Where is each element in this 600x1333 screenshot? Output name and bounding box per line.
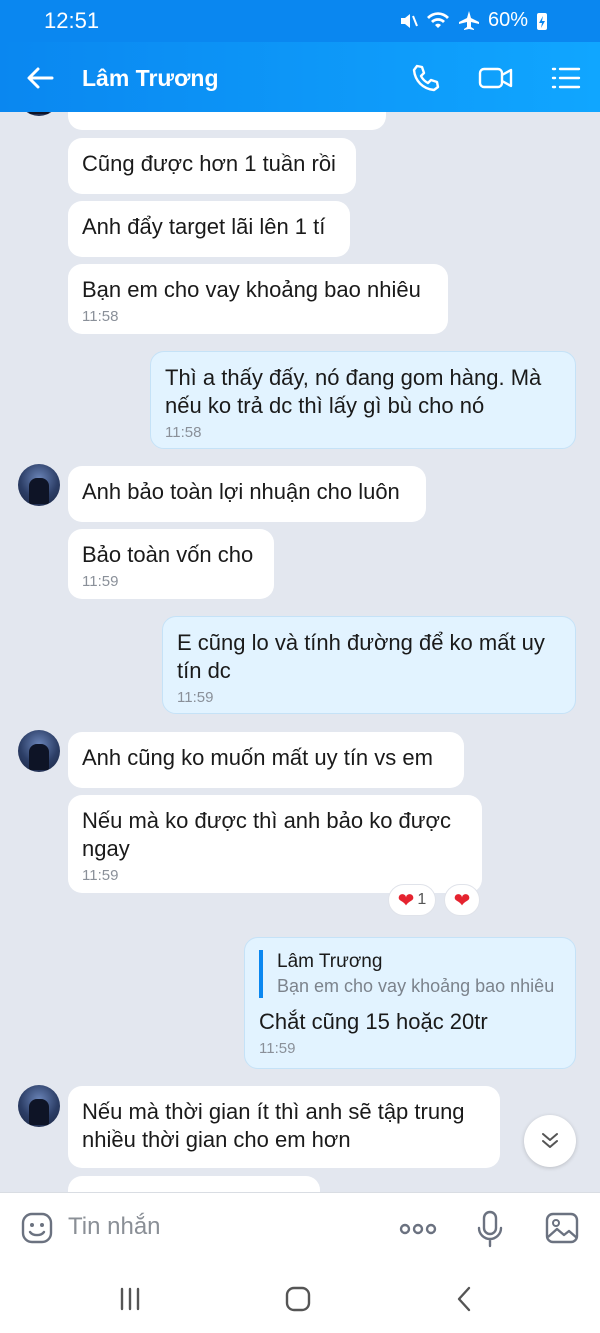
message-list[interactable]: Cũng được hơn 1 tuần rồi Anh đẩy target … xyxy=(0,112,600,1192)
recent-apps-icon[interactable] xyxy=(115,1284,145,1314)
message-bubble-partial[interactable] xyxy=(68,112,386,130)
quoted-sender: Lâm Trương xyxy=(277,951,383,972)
battery-percent: 60% xyxy=(487,9,528,31)
message-text: Nếu mà ko được thì anh bảo ko được ngay xyxy=(82,808,451,861)
wifi-icon xyxy=(426,11,449,28)
message-bubble[interactable]: Nếu mà ko được thì anh bảo ko được ngay … xyxy=(68,795,482,893)
reaction-count: 1 xyxy=(417,891,427,908)
message-time: 11:59 xyxy=(177,689,214,706)
message-bubble[interactable]: Anh bảo toàn lợi nhuận cho luôn xyxy=(68,466,426,522)
airplane-icon xyxy=(458,10,479,30)
message-text: Anh cũng ko muốn mất uy tín vs em xyxy=(82,745,433,770)
my-message-bubble[interactable]: E cũng lo và tính đường để ko mất uy tín… xyxy=(162,616,576,714)
back-icon[interactable] xyxy=(450,1284,480,1314)
message-text: Thì a thấy đấy, nó đang gom hàng. Mà nếu… xyxy=(165,365,542,418)
message-composer: Tin nhắn xyxy=(0,1192,600,1265)
message-text: Bạn em cho vay khoảng bao nhiêu xyxy=(82,277,421,302)
message-bubble[interactable]: Cũng được hơn 1 tuần rồi xyxy=(68,138,356,194)
avatar[interactable] xyxy=(18,1085,60,1127)
sticker-icon[interactable] xyxy=(20,1211,54,1245)
message-time: 11:59 xyxy=(82,867,119,884)
message-text: E cũng lo và tính đường để ko mất uy tín… xyxy=(177,630,545,683)
heart-icon: ❤ xyxy=(397,889,415,912)
menu-list-icon[interactable] xyxy=(550,62,582,94)
message-bubble[interactable]: Anh cũng ko muốn mất uy tín vs em xyxy=(68,732,464,788)
reaction-summary[interactable]: ❤ 1 xyxy=(388,884,436,916)
heart-icon: ❤ xyxy=(453,889,471,912)
avatar[interactable] xyxy=(18,464,60,506)
message-input[interactable]: Tin nhắn xyxy=(68,1213,161,1241)
status-bar: 12:51 60% xyxy=(0,0,600,42)
mute-icon xyxy=(400,13,418,28)
microphone-icon[interactable] xyxy=(476,1210,504,1248)
message-text: Anh bảo toàn lợi nhuận cho luôn xyxy=(82,479,400,504)
double-chevron-down-icon xyxy=(542,1133,558,1148)
my-message-bubble[interactable]: Thì a thấy đấy, nó đang gom hàng. Mà nếu… xyxy=(150,351,576,449)
message-bubble-partial[interactable] xyxy=(68,1176,320,1192)
avatar[interactable] xyxy=(18,112,60,116)
message-time: 11:59 xyxy=(259,1040,296,1057)
message-time: 11:59 xyxy=(82,573,119,590)
message-bubble[interactable]: Bảo toàn vốn cho 11:59 xyxy=(68,529,274,599)
quoted-text: Bạn em cho vay khoảng bao nhiêu xyxy=(277,976,555,996)
phone-call-icon[interactable] xyxy=(410,62,442,94)
video-call-icon[interactable] xyxy=(478,62,514,94)
battery-charging-icon xyxy=(537,12,547,30)
message-text: Nếu mà thời gian ít thì anh sẽ tập trung… xyxy=(82,1099,465,1152)
message-bubble[interactable]: Nếu mà thời gian ít thì anh sẽ tập trung… xyxy=(68,1086,500,1168)
react-button[interactable]: ❤ xyxy=(444,884,480,916)
status-icons: 60% xyxy=(398,9,548,32)
back-arrow-icon[interactable] xyxy=(24,62,56,94)
system-navigation-bar xyxy=(0,1264,600,1333)
message-time: 11:58 xyxy=(165,424,202,441)
message-bubble[interactable]: Anh đẩy target lãi lên 1 tí xyxy=(68,201,350,257)
quoted-message[interactable]: Lâm Trương Bạn em cho vay khoảng bao nhi… xyxy=(259,950,561,998)
avatar[interactable] xyxy=(18,730,60,772)
message-text: Cũng được hơn 1 tuần rồi xyxy=(82,151,336,176)
chat-header: Lâm Trương xyxy=(0,42,600,112)
more-options-icon[interactable] xyxy=(398,1215,438,1243)
my-reply-bubble[interactable]: Lâm Trương Bạn em cho vay khoảng bao nhi… xyxy=(244,937,576,1069)
message-text: Chắt cũng 15 hoặc 20tr xyxy=(259,1009,488,1034)
scroll-to-bottom-button[interactable] xyxy=(524,1115,576,1167)
status-time: 12:51 xyxy=(44,8,100,33)
message-text: Bảo toàn vốn cho xyxy=(82,542,254,567)
message-bubble[interactable]: Bạn em cho vay khoảng bao nhiêu 11:58 xyxy=(68,264,448,334)
contact-name[interactable]: Lâm Trương xyxy=(82,65,219,92)
image-gallery-icon[interactable] xyxy=(544,1211,580,1245)
message-time: 11:58 xyxy=(82,308,119,325)
home-icon[interactable] xyxy=(283,1284,313,1314)
message-text: Anh đẩy target lãi lên 1 tí xyxy=(82,214,326,239)
